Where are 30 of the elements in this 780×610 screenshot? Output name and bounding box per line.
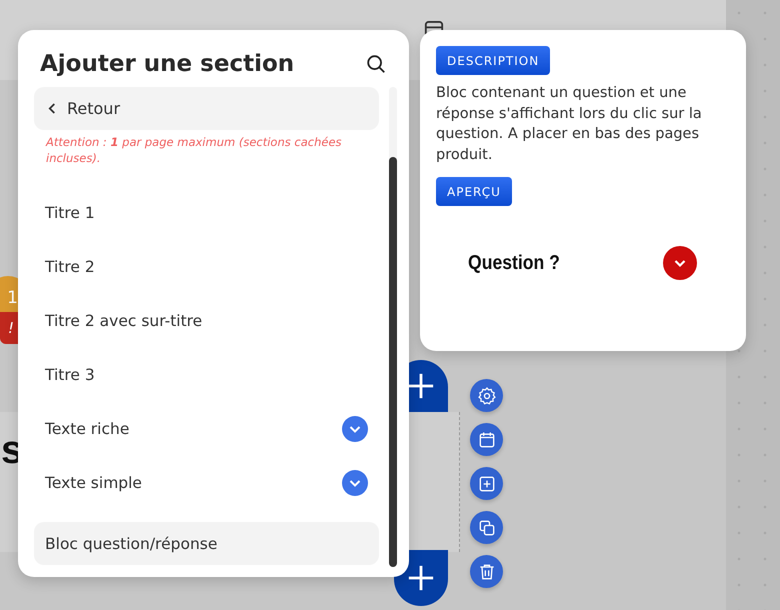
search-icon[interactable]: [365, 53, 387, 75]
chevron-left-icon: [48, 102, 57, 115]
settings-button[interactable]: [470, 379, 503, 412]
chevron-down-icon[interactable]: [342, 470, 368, 496]
warning-text: Attention : 1 par page maximum (sections cachées incluses).: [46, 134, 343, 166]
copy-icon: [476, 518, 496, 538]
description-button[interactable]: DESCRIPTION: [436, 46, 550, 75]
plus-icon: [407, 564, 435, 592]
panel-title: Ajouter une section: [40, 51, 294, 77]
description-text: Bloc contenant un question et une réponse s'affichant lors du clic sur la question. A placer en bas des pages produit.: [436, 84, 703, 164]
gear-icon: [476, 386, 496, 406]
question-text: Question ?: [468, 252, 560, 274]
back-button[interactable]: Retour: [34, 87, 379, 130]
section-option[interactable]: Texte riche: [34, 404, 379, 454]
section-option[interactable]: Titre 2 avec sur-titre: [34, 296, 379, 346]
scrollbar[interactable]: [389, 87, 397, 567]
chevron-down-icon[interactable]: [342, 416, 368, 442]
section-option[interactable]: Titre 1: [34, 188, 379, 238]
delete-button[interactable]: [470, 555, 503, 588]
duplicate-button[interactable]: [470, 511, 503, 544]
chevron-down-icon[interactable]: [663, 246, 697, 280]
section-option[interactable]: Titre 2: [34, 242, 379, 292]
section-option[interactable]: Titre 3: [34, 350, 379, 400]
calendar-button[interactable]: [470, 423, 503, 456]
plus-square-icon: [476, 474, 496, 494]
section-option[interactable]: Bloc question/réponse: [34, 522, 379, 565]
section-option[interactable]: Texte simple: [34, 458, 379, 508]
calendar-icon: [476, 430, 496, 450]
add-button[interactable]: [470, 467, 503, 500]
preview-button[interactable]: APERÇU: [436, 177, 512, 206]
